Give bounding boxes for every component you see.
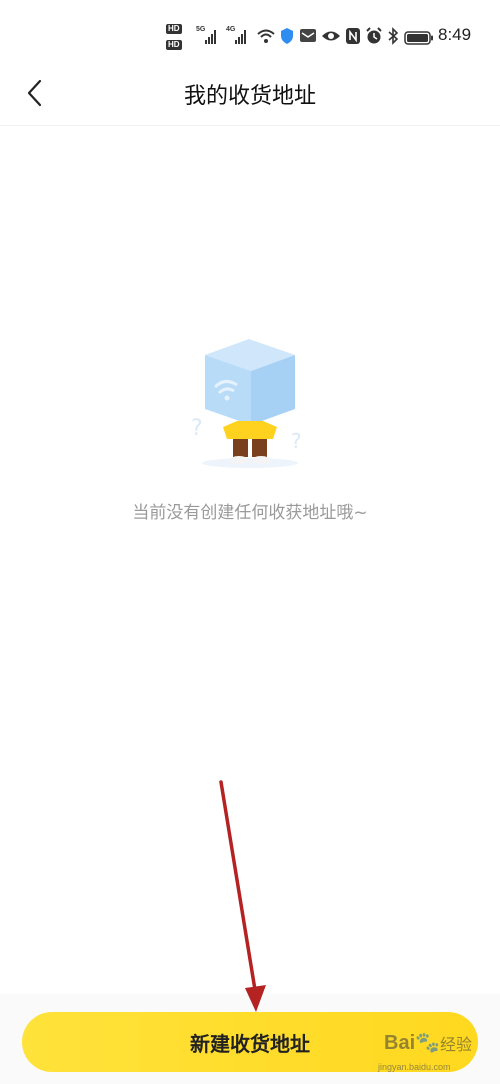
status-bar: HD HD 5G 4G 8:49 xyxy=(0,0,500,60)
network-4g-label: 4G xyxy=(226,26,236,33)
watermark-url: jingyan.baidu.com xyxy=(378,1062,451,1072)
box-mascot-illustration: ? ? xyxy=(191,339,302,468)
nfc-icon xyxy=(346,28,360,44)
watermark: Bai🐾 经验 jingyan.baidu.com xyxy=(378,1022,498,1082)
nav-bar: 我的收货地址 xyxy=(0,60,500,126)
alarm-icon xyxy=(366,27,382,44)
watermark-brand: 经验 xyxy=(440,1035,473,1054)
signal-icon-1 xyxy=(205,28,216,44)
clock-time: 8:49 xyxy=(438,25,472,44)
empty-state-message: 当前没有创建任何收获地址哦~ xyxy=(132,503,368,523)
message-icon xyxy=(300,29,316,42)
bluetooth-icon xyxy=(388,27,399,45)
hd-badge-1: HD xyxy=(166,24,182,34)
page-title: 我的收货地址 xyxy=(183,84,316,109)
svg-text:?: ? xyxy=(291,429,302,453)
svg-text:?: ? xyxy=(191,416,203,441)
annotation-arrow xyxy=(219,780,266,1012)
eye-icon xyxy=(322,31,340,41)
wifi-icon xyxy=(257,29,275,43)
watermark-logo: Bai🐾 xyxy=(384,1032,441,1054)
hd-badge-2: HD xyxy=(166,40,182,50)
network-5g-label: 5G xyxy=(196,26,206,33)
battery-icon xyxy=(404,31,433,45)
signal-icon-2 xyxy=(235,28,246,44)
shield-icon xyxy=(281,28,293,44)
